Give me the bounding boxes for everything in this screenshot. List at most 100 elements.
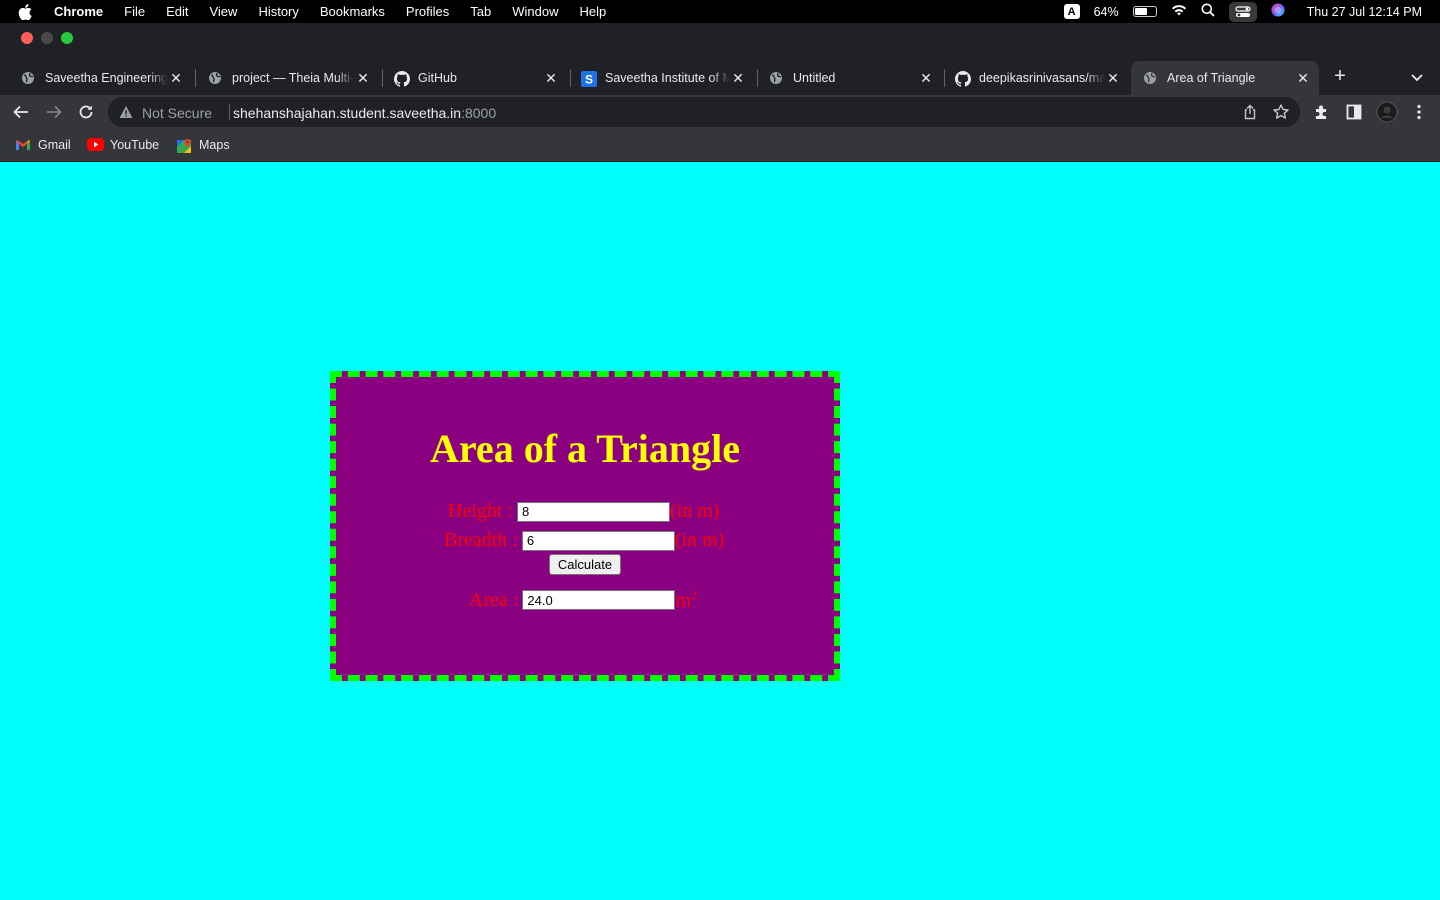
bookmark-label: Maps — [199, 138, 230, 152]
page-title: Area of a Triangle — [430, 426, 740, 471]
area-unit: m2 — [675, 588, 697, 613]
tab-search-chevron-down-icon[interactable] — [1408, 68, 1426, 86]
apple-icon[interactable] — [18, 3, 34, 20]
menu-tab[interactable]: Tab — [470, 4, 491, 19]
bookmark-youtube[interactable]: YouTube — [87, 138, 159, 152]
status-area: A 64% Thu 27 Jul 12:14 PM — [1063, 0, 1422, 23]
youtube-icon — [87, 138, 104, 152]
tab-strip: Saveetha Engineering College ✕ project —… — [0, 58, 1440, 95]
tab-close-icon[interactable]: ✕ — [730, 70, 746, 86]
menu-profiles[interactable]: Profiles — [406, 4, 449, 19]
tab-close-icon[interactable]: ✕ — [355, 70, 371, 86]
bookmark-label: YouTube — [110, 138, 160, 152]
forward-arrow-icon[interactable] — [45, 103, 63, 121]
breadth-row: Breadth : (in m) — [444, 529, 724, 552]
maps-icon — [176, 138, 192, 153]
height-input[interactable] — [517, 501, 670, 522]
security-status-label[interactable]: Not Secure — [142, 105, 212, 121]
clock[interactable]: Thu 27 Jul 12:14 PM — [1307, 5, 1422, 19]
tab-title: deepikasrinivasans/mathematical — [979, 71, 1105, 85]
area-unit-exponent: 2 — [690, 588, 697, 602]
minimize-window-button[interactable] — [41, 32, 53, 44]
bookmarks-bar: Gmail YouTube Maps — [0, 129, 1440, 162]
breadth-input[interactable] — [521, 530, 675, 551]
omnibox-divider — [229, 104, 230, 120]
not-secure-warning-icon[interactable] — [119, 105, 133, 119]
menu-view[interactable]: View — [209, 4, 237, 19]
macos-menu-bar: Chrome File Edit View History Bookmarks … — [0, 0, 1440, 23]
svg-text:S: S — [585, 73, 593, 87]
tab-project-theia[interactable]: project — Theia Multi-Language ✕ — [187, 61, 379, 95]
menu-edit[interactable]: Edit — [166, 4, 188, 19]
page-viewport: Area of a Triangle Height : (in m) Bread… — [0, 163, 1440, 900]
bookmark-star-icon[interactable] — [1272, 103, 1290, 121]
menu-bookmarks[interactable]: Bookmarks — [320, 4, 385, 19]
github-icon — [394, 71, 410, 87]
extensions-puzzle-icon[interactable] — [1313, 103, 1331, 121]
zoom-window-button[interactable] — [61, 32, 73, 44]
battery-icon[interactable] — [1132, 6, 1157, 17]
address-bar[interactable]: Not Secure shehanshajahan.student.saveet… — [108, 97, 1300, 127]
menu-app-name[interactable]: Chrome — [54, 4, 103, 19]
saveetha-s-icon: S — [581, 71, 597, 87]
back-arrow-icon[interactable] — [12, 103, 30, 121]
tab-close-icon[interactable]: ✕ — [543, 70, 559, 86]
reload-icon[interactable] — [77, 103, 95, 121]
tab-deepikasrinivasans[interactable]: deepikasrinivasans/mathematical ✕ — [934, 61, 1129, 95]
tab-saveetha-engineering[interactable]: Saveetha Engineering College ✕ — [0, 61, 192, 95]
tab-title: Saveetha Institute of Medical — [605, 71, 730, 85]
breadth-unit: (in m) — [674, 529, 725, 551]
menu-history[interactable]: History — [258, 4, 298, 19]
spotlight-search-icon[interactable] — [1201, 3, 1215, 20]
new-tab-plus-icon[interactable]: + — [1330, 66, 1350, 86]
triangle-form-panel: Area of a Triangle Height : (in m) Bread… — [330, 371, 840, 681]
area-label: Area : — [469, 588, 519, 611]
tab-close-icon[interactable]: ✕ — [1105, 70, 1121, 86]
browser-toolbar: Not Secure shehanshajahan.student.saveet… — [0, 95, 1440, 129]
github-icon — [955, 71, 971, 87]
area-output[interactable] — [522, 590, 676, 611]
globe-icon — [21, 71, 35, 85]
close-window-button[interactable] — [21, 32, 33, 44]
area-row: Area : m2 — [469, 588, 697, 613]
tab-saveetha-institute[interactable]: S Saveetha Institute of Medical ✕ — [560, 61, 754, 95]
kebab-menu-icon[interactable] — [1410, 103, 1428, 121]
url-port: :8000 — [461, 105, 497, 121]
tab-close-icon[interactable]: ✕ — [918, 70, 934, 86]
input-source-icon[interactable]: A — [1063, 4, 1080, 19]
battery-percent: 64% — [1093, 4, 1119, 19]
window-titlebar — [0, 23, 1440, 58]
height-row: Height : (in m) — [448, 500, 719, 523]
globe-icon — [1143, 71, 1157, 85]
bookmark-gmail[interactable]: Gmail — [15, 138, 71, 152]
menu-help[interactable]: Help — [580, 4, 607, 19]
tab-close-icon[interactable]: ✕ — [1295, 70, 1311, 86]
bookmark-maps[interactable]: Maps — [176, 138, 230, 153]
menu-window[interactable]: Window — [512, 4, 558, 19]
profile-avatar[interactable] — [1376, 101, 1398, 123]
globe-icon — [769, 71, 783, 85]
tab-close-icon[interactable]: ✕ — [168, 70, 184, 86]
wifi-icon[interactable] — [1171, 4, 1187, 19]
side-panel-icon[interactable] — [1345, 103, 1363, 121]
height-unit: (in m) — [670, 500, 720, 522]
area-unit-base: m — [675, 589, 691, 612]
bookmark-label: Gmail — [38, 138, 71, 152]
tab-title: Untitled — [793, 71, 836, 85]
calculate-button[interactable]: Calculate — [549, 554, 621, 575]
tab-area-of-triangle[interactable]: Area of Triangle ✕ — [1131, 61, 1319, 95]
globe-icon — [208, 71, 222, 85]
tab-title: Area of Triangle — [1167, 71, 1256, 85]
menu-file[interactable]: File — [124, 4, 145, 19]
share-icon[interactable] — [1242, 104, 1258, 120]
siri-icon[interactable] — [1271, 3, 1285, 20]
breadth-label: Breadth : — [444, 529, 518, 551]
tab-title: Saveetha Engineering College — [45, 71, 168, 85]
tab-title: GitHub — [418, 71, 457, 85]
control-center-icon[interactable] — [1228, 1, 1257, 22]
tab-untitled[interactable]: Untitled ✕ — [748, 61, 942, 95]
url-text[interactable]: shehanshajahan.student.saveetha.in:8000 — [233, 105, 496, 121]
height-label: Height : — [448, 500, 513, 522]
gmail-icon — [15, 138, 31, 152]
tab-github[interactable]: GitHub ✕ — [373, 61, 567, 95]
